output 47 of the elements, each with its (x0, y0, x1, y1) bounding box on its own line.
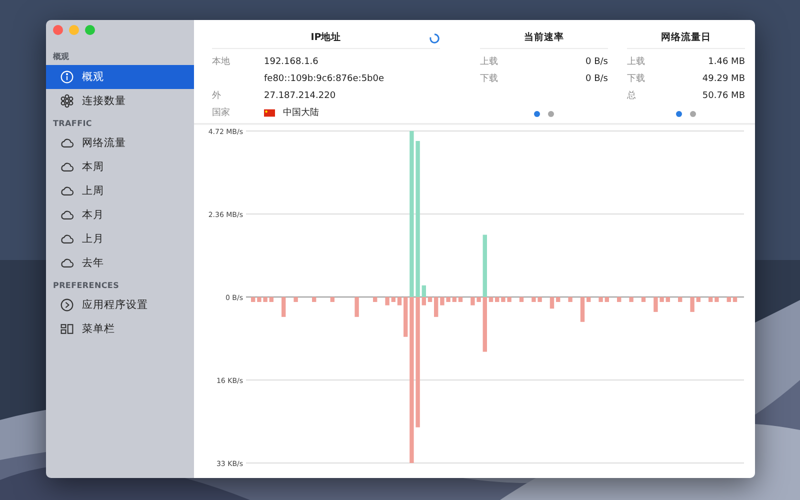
row-value: 50.76 MB (702, 90, 745, 100)
row-value: 1.46 MB (708, 56, 745, 66)
row-label: 本地 (212, 57, 230, 67)
page-dot[interactable] (534, 111, 540, 117)
row-label: 下载 (627, 74, 645, 84)
sidebar-item[interactable]: 概观 (46, 65, 194, 89)
sidebar-item[interactable]: 网络流量 (46, 131, 194, 155)
row-value: fe80::109b:9c6:876e:5b0e (264, 74, 384, 84)
panel-title: IP地址 (310, 30, 342, 44)
cloud-icon (60, 184, 74, 198)
page-dot[interactable] (676, 111, 682, 117)
sidebar-item[interactable]: 本周 (46, 155, 194, 179)
panel-title: 当前速率 (524, 30, 564, 44)
row-value: 192.168.1.6 (264, 56, 318, 66)
info-icon (60, 70, 74, 84)
cloud-icon (60, 136, 74, 150)
row-label: 下载 (480, 74, 498, 84)
row-label: 外 (212, 91, 221, 101)
row-value: 0 B/s (586, 74, 608, 84)
row-label: 上载 (627, 57, 645, 67)
menubar-icon (60, 322, 74, 336)
row-label: 总 (627, 91, 636, 101)
sidebar-section-title: 概观 (52, 51, 70, 63)
network-icon (60, 94, 74, 108)
cloud-icon (60, 232, 74, 246)
cloud-icon (60, 208, 74, 222)
sidebar-item[interactable]: 菜单栏 (46, 317, 194, 341)
row-label: 国家 (212, 108, 230, 118)
sidebar-item[interactable]: 上月 (46, 227, 194, 251)
sidebar-item[interactable]: 应用程序设置 (46, 293, 194, 317)
page-dot[interactable] (548, 111, 554, 117)
sidebar-section-title: TRAFFIC (52, 118, 93, 130)
row-value: 0 B/s (586, 56, 608, 66)
panel-title: 网络流量日 (661, 30, 711, 44)
sidebar-section-title: PREFERENCES (52, 280, 120, 292)
cloud-icon (60, 160, 74, 174)
row-label: 上载 (480, 57, 498, 67)
loading-spinner-icon (429, 33, 440, 44)
sidebar-item[interactable]: 上周 (46, 179, 194, 203)
row-value: 49.29 MB (702, 74, 745, 84)
sidebar-item[interactable]: 本月 (46, 203, 194, 227)
sidebar-item[interactable]: 连接数量 (46, 89, 194, 113)
page-dot[interactable] (690, 111, 696, 117)
row-value: 27.187.214.220 (264, 90, 336, 100)
sidebar-item[interactable]: 去年 (46, 251, 194, 275)
row-value: 中国大陆 (283, 106, 319, 119)
cloud-icon (60, 256, 74, 270)
